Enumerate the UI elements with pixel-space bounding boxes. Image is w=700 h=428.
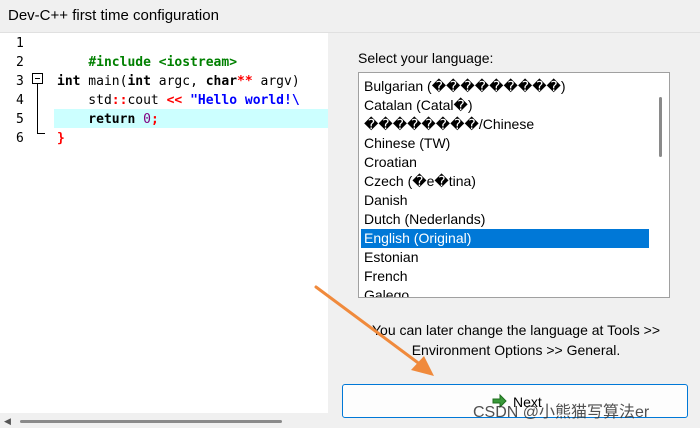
info-line-1: You can later change the language at Too…	[371, 322, 660, 338]
language-option[interactable]: Bulgarian (���������)	[361, 77, 649, 96]
preprocessor-directive: #include <iostream>	[88, 55, 238, 70]
keyword: int	[57, 74, 81, 89]
language-option[interactable]: Estonian	[361, 248, 649, 267]
fold-guide-line	[37, 84, 38, 134]
language-option[interactable]: French	[361, 267, 649, 286]
operator: ;	[150, 112, 159, 127]
number-literal: 0	[135, 112, 151, 127]
keyword: char	[205, 74, 238, 89]
code-editor[interactable]: 1 2 3 4 5 6 #include <iostream> int main…	[0, 33, 328, 413]
scrollbar-thumb[interactable]	[20, 420, 282, 423]
listbox-vertical-scrollbar[interactable]	[652, 73, 669, 297]
string-literal: "Hello world!\	[182, 93, 300, 108]
line-number: 5	[16, 112, 24, 127]
language-listbox[interactable]: Bulgarian (���������) Catalan (Catal�) �…	[358, 72, 670, 298]
line-number: 6	[16, 131, 24, 146]
fold-guide-end	[37, 133, 45, 134]
keyword: int	[127, 74, 151, 89]
language-label: Select your language:	[358, 50, 494, 66]
code-text: argv)	[252, 74, 300, 89]
horizontal-scrollbar[interactable]: ◀	[0, 413, 328, 428]
line-gutter: 1 2 3 4 5 6	[0, 33, 54, 413]
code-line-6: }	[57, 129, 65, 148]
keyword: return	[57, 112, 136, 127]
fold-collapse-icon[interactable]	[32, 73, 43, 84]
code-line-3: int main(int argc, char** argv)	[57, 72, 300, 91]
code-line-5: return 0;	[57, 110, 159, 129]
code-line-1: #include <iostream>	[57, 34, 237, 70]
language-option[interactable]: Danish	[361, 191, 649, 210]
language-option-selected[interactable]: English (Original)	[361, 229, 649, 248]
line-number: 1	[16, 36, 24, 51]
language-option[interactable]: Catalan (Catal�)	[361, 96, 649, 115]
line-number: 3	[16, 74, 24, 89]
title-bar: Dev-C++ first time configuration	[0, 0, 700, 33]
window-title: Dev-C++ first time configuration	[8, 7, 219, 24]
code-line-4: std::cout << "Hello world!\	[57, 91, 300, 110]
code-text: main(	[80, 74, 128, 89]
code-text: std	[57, 93, 112, 108]
language-option[interactable]: Czech (�e�tina)	[361, 172, 649, 191]
scroll-left-icon[interactable]: ◀	[4, 416, 11, 427]
info-line-2: Environment Options >> General.	[411, 342, 621, 358]
scrollbar-thumb[interactable]	[659, 97, 662, 157]
line-number: 4	[16, 93, 24, 108]
language-option[interactable]: ��������/Chinese	[361, 115, 649, 134]
operator: ::	[111, 93, 128, 108]
language-info-text: You can later change the language at Too…	[340, 320, 692, 360]
language-option[interactable]: Galego	[361, 286, 649, 297]
operator: **	[237, 74, 253, 89]
code-text: cout	[127, 93, 167, 108]
code-text: argc,	[150, 74, 206, 89]
watermark-text: CSDN @小熊猫写算法er	[473, 404, 650, 421]
line-number: 2	[16, 55, 24, 70]
operator: <<	[166, 93, 183, 108]
closing-brace: }	[57, 131, 65, 146]
language-option[interactable]: Dutch (Nederlands)	[361, 210, 649, 229]
language-option[interactable]: Chinese (TW)	[361, 134, 649, 153]
language-option[interactable]: Croatian	[361, 153, 649, 172]
